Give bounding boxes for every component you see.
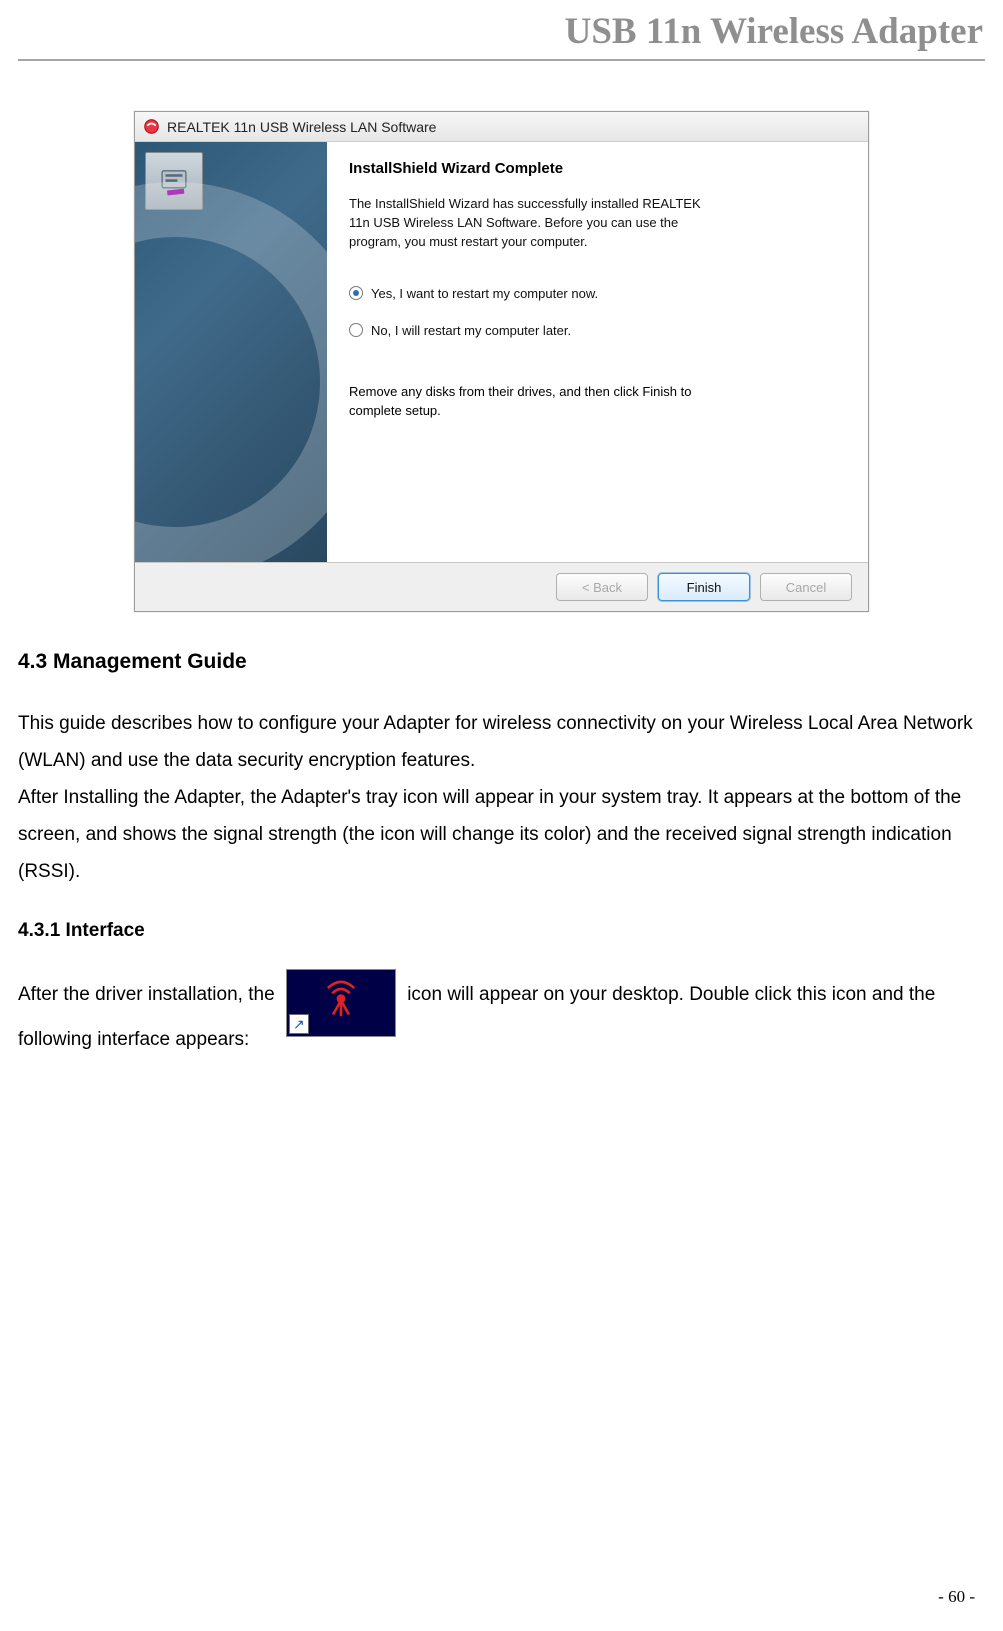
document-body: 4.3 Management Guide This guide describe… [0,642,1003,1058]
radio-restart-later[interactable]: No, I will restart my computer later. [349,323,840,338]
remove-disks-text: Remove any disks from their drives, and … [349,382,729,421]
finish-button[interactable]: Finish [658,573,750,601]
app-icon [143,118,160,135]
dialog-body: InstallShield Wizard Complete The Instal… [135,142,868,562]
interface-paragraph: After the driver installation, the ↗ ico… [18,969,985,1058]
section-4-3-1-heading: 4.3.1 Interface [18,912,985,949]
wireless-antenna-icon [319,974,363,1018]
section-4-3-p1: This guide describes how to configure yo… [18,705,985,779]
radio-empty-icon [349,323,363,337]
dialog-title: REALTEK 11n USB Wireless LAN Software [167,119,436,135]
wizard-complete-heading: InstallShield Wizard Complete [349,160,840,177]
radio-restart-now[interactable]: Yes, I want to restart my computer now. [349,286,840,301]
radio-restart-later-label: No, I will restart my computer later. [371,323,571,338]
dialog-sidebar-image [135,142,327,562]
installshield-dialog: REALTEK 11n USB Wireless LAN Software In… [134,111,869,612]
shortcut-arrow-icon: ↗ [289,1014,309,1034]
installer-screenshot-wrapper: REALTEK 11n USB Wireless LAN Software In… [0,111,1003,612]
dialog-main-panel: InstallShield Wizard Complete The Instal… [327,142,868,562]
radio-dot-icon [349,286,363,300]
back-button[interactable]: < Back [556,573,648,601]
interface-text-before: After the driver installation, the [18,984,280,1005]
sidebar-box-icon [145,152,203,210]
wizard-description: The InstallShield Wizard has successfull… [349,195,709,252]
dialog-titlebar: REALTEK 11n USB Wireless LAN Software [135,112,868,142]
realtek-desktop-icon: ↗ [286,969,396,1037]
doc-header: USB 11n Wireless Adapter [18,10,985,59]
dialog-button-bar: < Back Finish Cancel [135,562,868,611]
radio-restart-now-label: Yes, I want to restart my computer now. [371,286,598,301]
section-4-3-p2: After Installing the Adapter, the Adapte… [18,779,985,890]
section-4-3-heading: 4.3 Management Guide [18,642,985,683]
header-rule [18,59,985,61]
cancel-button[interactable]: Cancel [760,573,852,601]
page-number: - 60 - [938,1587,975,1607]
